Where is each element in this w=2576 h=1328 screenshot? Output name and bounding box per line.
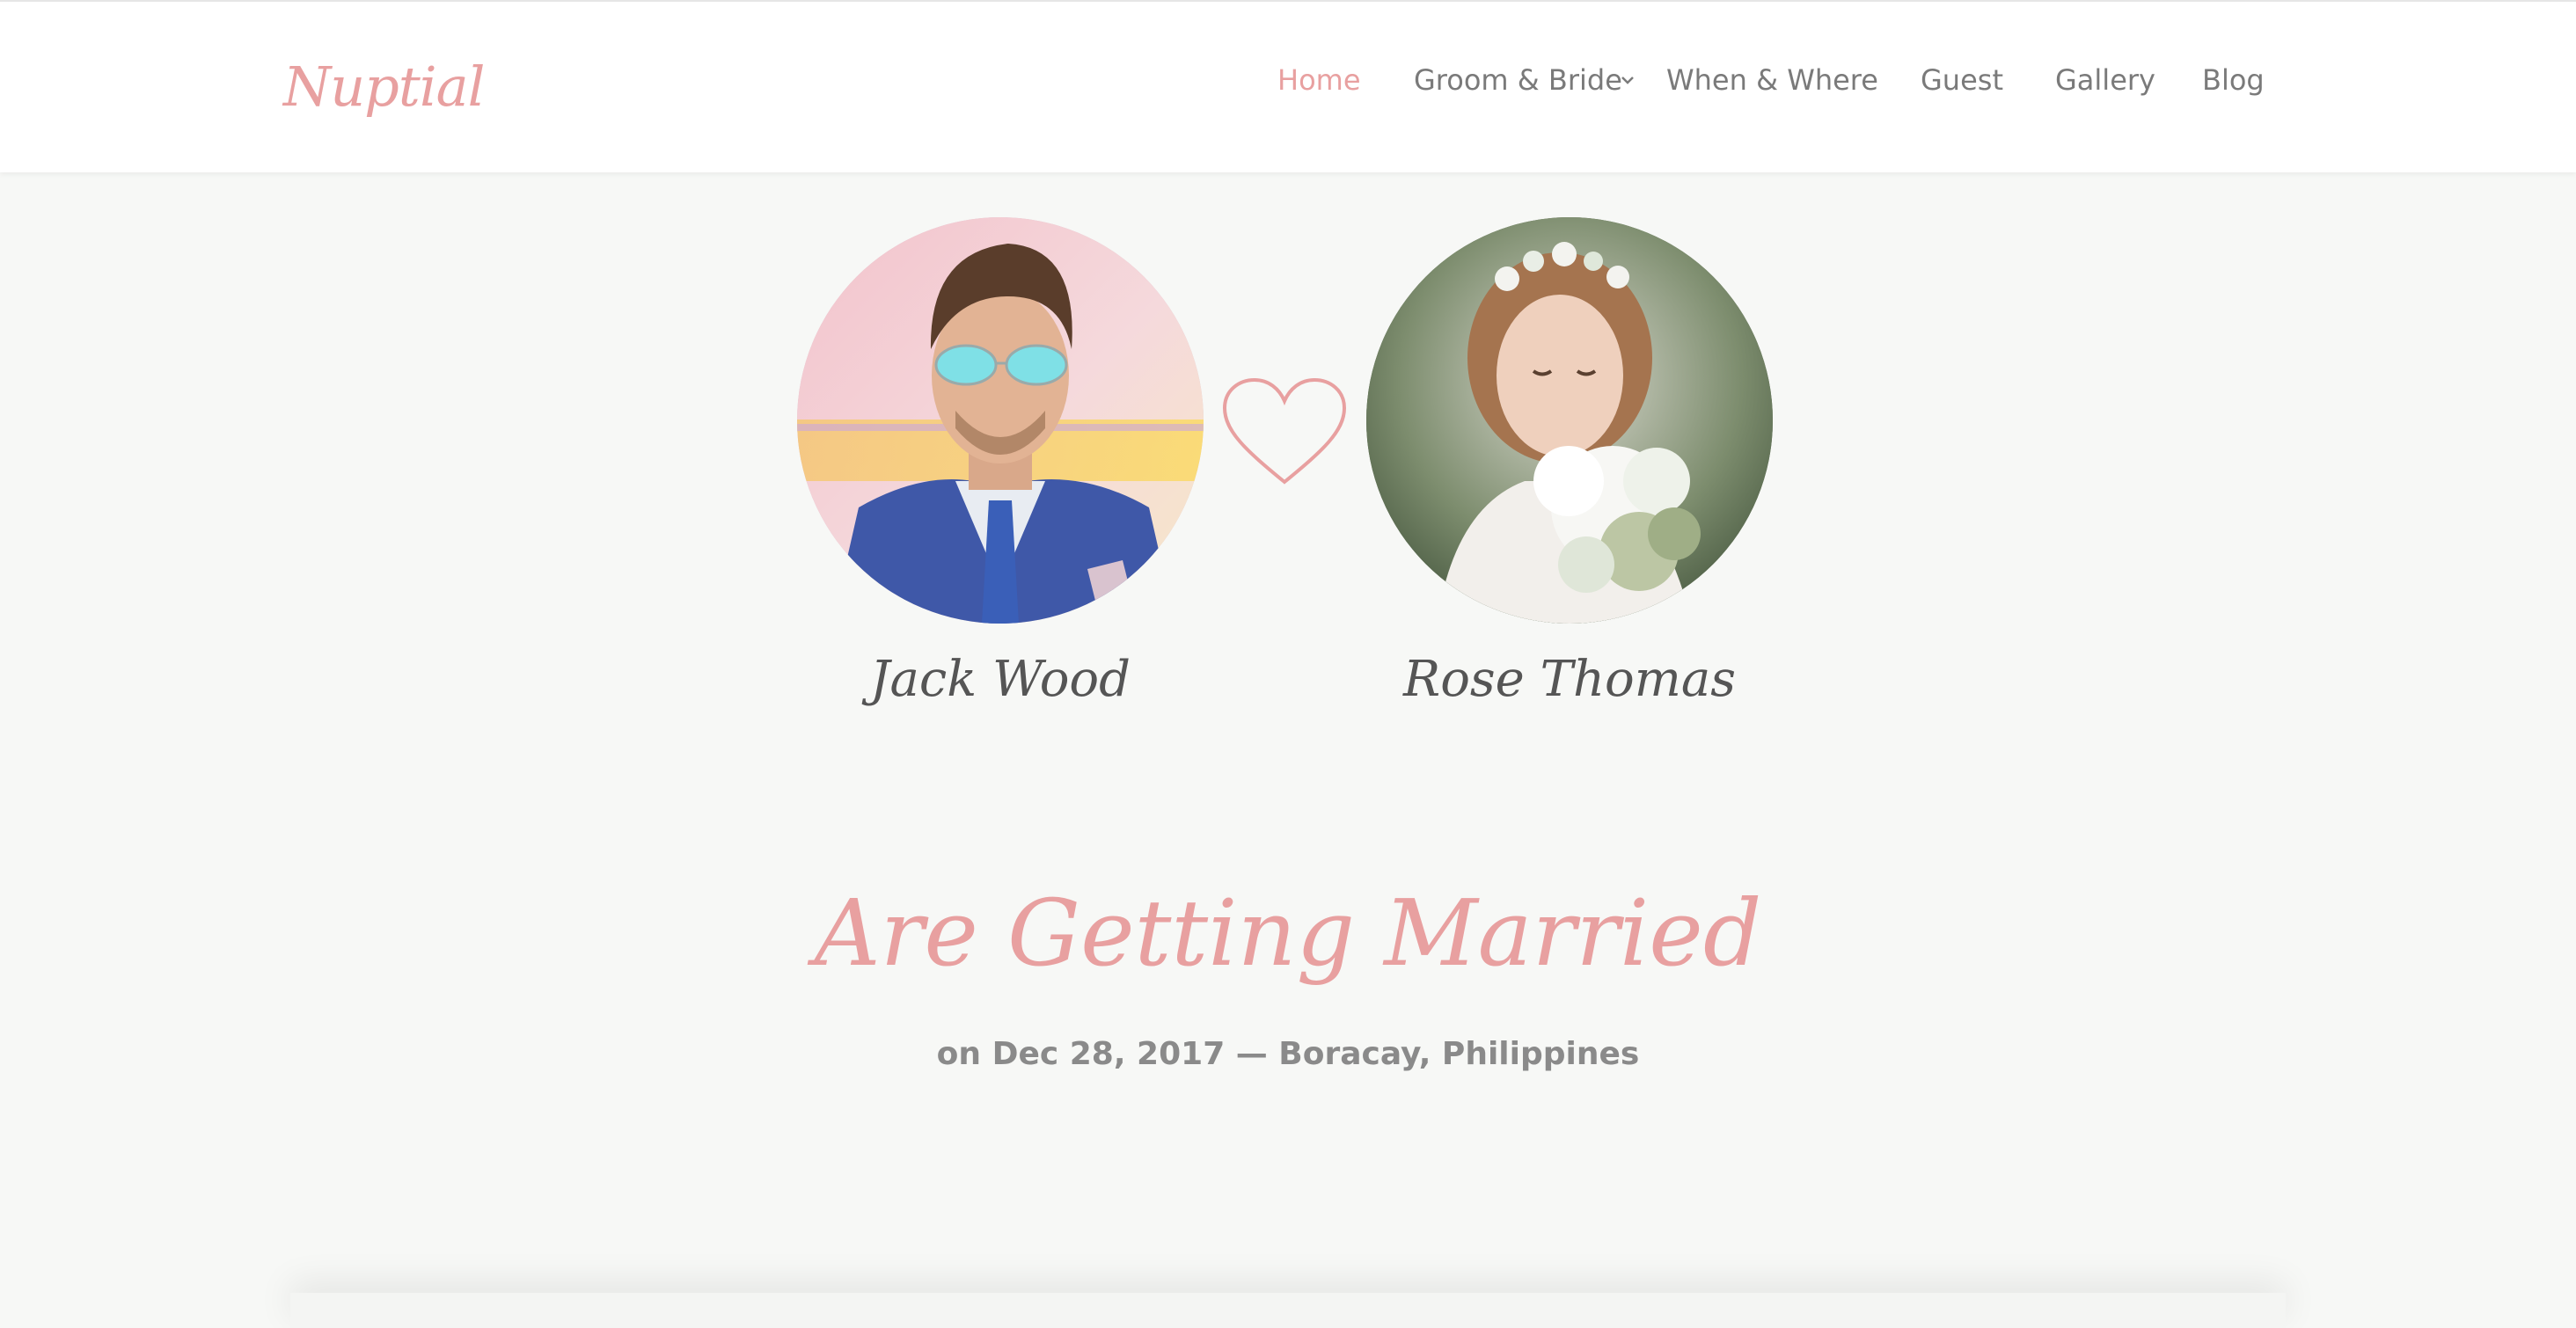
bride-portrait (1366, 217, 1773, 624)
nav-home[interactable]: Home (1277, 63, 1361, 97)
main-nav: Home Groom & Bride When & Where Guest Ga… (0, 63, 2576, 116)
bride-name: Rose Thomas (1403, 651, 1736, 708)
heart-icon (1222, 377, 1347, 485)
nav-blog[interactable]: Blog (2202, 63, 2265, 97)
chevron-down-icon[interactable] (1618, 70, 1637, 90)
nav-guest[interactable]: Guest (1921, 63, 2003, 97)
next-section-edge (290, 1293, 2286, 1328)
nav-gallery[interactable]: Gallery (2055, 63, 2155, 97)
nav-when-where[interactable]: When & Where (1666, 63, 1878, 97)
site-header: Nuptial Home Groom & Bride When & Where … (0, 0, 2576, 172)
groom-portrait (797, 217, 1204, 624)
hero-title: Are Getting Married (814, 879, 1762, 987)
bride-photo (1366, 217, 1773, 624)
hero-subtitle: on Dec 28, 2017 — Boracay, Philippines (936, 1036, 1640, 1072)
nav-groom-bride[interactable]: Groom & Bride (1414, 63, 1622, 97)
groom-name: Jack Wood (870, 651, 1131, 708)
groom-photo (797, 217, 1204, 624)
